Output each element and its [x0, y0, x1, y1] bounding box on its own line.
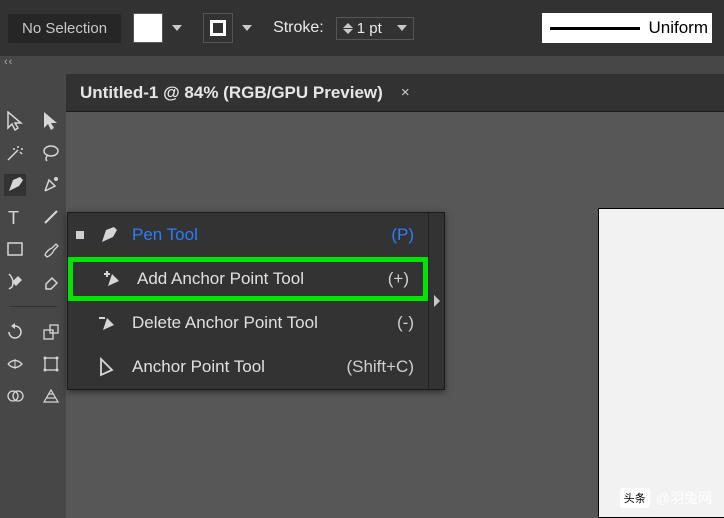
pencil-icon [6, 272, 24, 290]
tools-divider [9, 306, 57, 307]
profile-preview-icon [550, 27, 640, 30]
fill-color-swatch[interactable] [133, 13, 163, 43]
flyout-item-add-anchor-point-tool[interactable]: Add Anchor Point Tool (+) [68, 257, 428, 301]
pen-icon [96, 224, 122, 246]
flyout-item-shortcut: (P) [391, 225, 414, 245]
panel-collapse-button[interactable]: ‹‹ [0, 56, 724, 74]
selected-indicator-placeholder [81, 275, 89, 283]
line-segment-tool[interactable] [40, 206, 62, 228]
stroke-profile-dropdown[interactable]: Uniform [542, 13, 712, 43]
anchor-convert-icon [96, 356, 122, 378]
stroke-color-swatch[interactable] [203, 13, 233, 43]
document-tab-bar: Untitled-1 @ 84% (RGB/GPU Preview) × [66, 74, 724, 112]
stroke-dropdown-button[interactable] [233, 13, 261, 43]
chevron-down-icon[interactable] [397, 25, 407, 31]
fill-swatch-group[interactable] [133, 13, 191, 43]
perspective-icon [42, 387, 60, 405]
selection-status: No Selection [8, 14, 121, 43]
triangle-right-icon [434, 295, 440, 307]
shaper-tool[interactable] [4, 270, 26, 292]
line-icon [42, 208, 60, 226]
curvature-pen-icon [41, 175, 61, 195]
lasso-tool[interactable] [40, 142, 62, 164]
pen-icon [5, 175, 25, 195]
flyout-item-pen-tool[interactable]: Pen Tool (P) [68, 213, 428, 257]
selected-indicator-icon [76, 231, 84, 239]
stroke-label: Stroke: [273, 19, 324, 37]
flyout-item-shortcut: (Shift+C) [346, 357, 414, 377]
eraser-tool[interactable] [40, 270, 62, 292]
options-bar: No Selection Stroke: 1 pt Uniform [0, 0, 724, 56]
direct-selection-tool[interactable] [40, 110, 62, 132]
fill-dropdown-button[interactable] [163, 13, 191, 43]
chevron-down-icon [172, 25, 182, 31]
selection-tool[interactable] [4, 110, 26, 132]
free-transform-tool[interactable] [40, 353, 62, 375]
pen-tool[interactable] [4, 174, 26, 196]
width-tool[interactable] [4, 353, 26, 375]
type-tool[interactable]: T [4, 206, 26, 228]
rotate-icon [6, 323, 24, 341]
tools-panel: T [0, 74, 66, 518]
document-tab[interactable]: Untitled-1 @ 84% (RGB/GPU Preview) [80, 83, 383, 103]
curvature-tool[interactable] [40, 174, 62, 196]
chevron-down-icon [242, 25, 252, 31]
scale-icon [42, 323, 60, 341]
stroke-profile-label: Uniform [648, 18, 708, 38]
pen-plus-icon [101, 268, 127, 290]
pen-minus-icon [96, 312, 122, 334]
selected-indicator-placeholder [76, 363, 84, 371]
arrow-cursor-icon [6, 111, 24, 131]
svg-text:T: T [8, 208, 19, 226]
pen-tool-flyout: Pen Tool (P) Add Anchor Point Tool (+) D… [67, 212, 445, 390]
rotate-tool[interactable] [4, 321, 26, 343]
stroke-swatch-group[interactable] [203, 13, 261, 43]
flyout-item-anchor-point-tool[interactable]: Anchor Point Tool (Shift+C) [68, 345, 428, 389]
scale-tool[interactable] [40, 321, 62, 343]
shape-builder-tool[interactable] [4, 385, 26, 407]
eraser-icon [42, 272, 60, 290]
brush-icon [42, 240, 60, 258]
artboard[interactable] [598, 208, 724, 518]
arrow-cursor-solid-icon [42, 111, 60, 131]
watermark-text: @羽兔网 [656, 488, 712, 508]
arrow-down-icon[interactable] [343, 29, 353, 34]
flyout-item-label: Add Anchor Point Tool [137, 269, 378, 289]
shape-builder-icon [6, 387, 24, 405]
tab-close-button[interactable]: × [401, 84, 410, 101]
magic-wand-icon [5, 143, 25, 163]
flyout-item-label: Anchor Point Tool [132, 357, 336, 377]
lasso-icon [41, 143, 61, 163]
rectangle-tool[interactable] [4, 238, 26, 260]
stroke-weight-stepper[interactable]: 1 pt [336, 17, 414, 40]
flyout-item-delete-anchor-point-tool[interactable]: Delete Anchor Point Tool (-) [68, 301, 428, 345]
stroke-weight-value[interactable]: 1 pt [357, 20, 393, 37]
magic-wand-tool[interactable] [4, 142, 26, 164]
flyout-item-label: Pen Tool [132, 225, 381, 245]
width-icon [6, 355, 24, 373]
arrow-up-icon[interactable] [343, 23, 353, 28]
rectangle-icon [6, 240, 24, 258]
watermark-badge: 头条 [620, 488, 650, 508]
flyout-item-shortcut: (+) [388, 269, 409, 289]
watermark: 头条 @羽兔网 [620, 488, 712, 508]
paintbrush-tool[interactable] [40, 238, 62, 260]
stepper-arrows[interactable] [343, 23, 353, 34]
flyout-item-label: Delete Anchor Point Tool [132, 313, 387, 333]
flyout-tearoff-handle[interactable] [428, 213, 444, 389]
transform-icon [42, 355, 60, 373]
flyout-item-shortcut: (-) [397, 313, 414, 333]
perspective-grid-tool[interactable] [40, 385, 62, 407]
type-icon: T [6, 208, 24, 226]
selected-indicator-placeholder [76, 319, 84, 327]
